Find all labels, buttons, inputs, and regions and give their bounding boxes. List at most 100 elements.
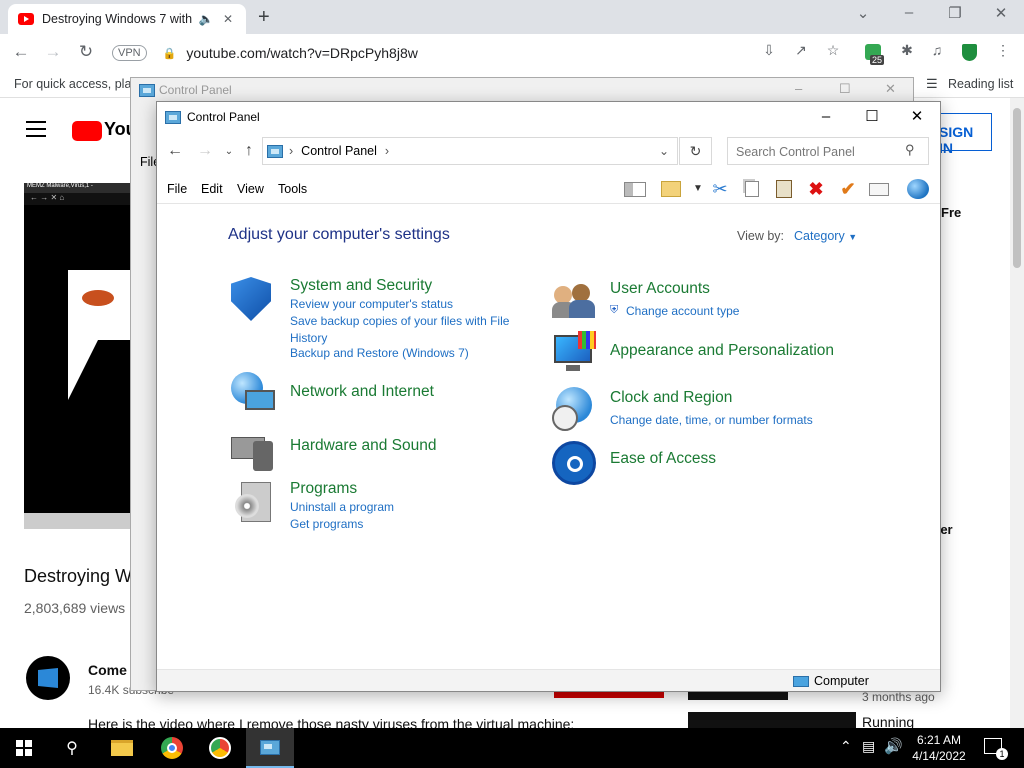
system-clock[interactable]: 6:21 AM 4/14/2022 bbox=[902, 732, 976, 764]
minimize-icon[interactable]: – bbox=[803, 102, 849, 132]
properties-icon[interactable] bbox=[869, 179, 891, 199]
menu-tools[interactable]: Tools bbox=[278, 182, 307, 196]
link-review-status[interactable]: Review your computer's status bbox=[290, 296, 453, 313]
maximize-icon[interactable]: ☐ bbox=[839, 81, 851, 97]
network-icon[interactable]: ▤ bbox=[862, 738, 875, 755]
address-bar[interactable]: › Control Panel › ⌄ bbox=[262, 137, 678, 165]
close-icon[interactable]: ✕ bbox=[885, 81, 896, 97]
link-backup-restore[interactable]: Backup and Restore (Windows 7) bbox=[290, 345, 469, 362]
close-icon[interactable]: ✕ bbox=[894, 102, 940, 132]
bookmark-star-icon[interactable]: ☆ bbox=[822, 42, 844, 59]
category-ease-of-access[interactable]: Ease of Access bbox=[610, 450, 716, 468]
maximize-icon[interactable]: ☐ bbox=[849, 102, 895, 132]
view-by-value[interactable]: Category bbox=[794, 229, 845, 243]
cut-icon[interactable]: ✂ bbox=[709, 179, 731, 199]
checkmark-icon[interactable]: ✔ bbox=[837, 179, 859, 199]
dropdown-icon[interactable]: ▼ bbox=[687, 179, 709, 199]
browser-tab[interactable]: Destroying Windows 7 with 🔈 ✕ bbox=[8, 4, 246, 34]
file-explorer-icon[interactable] bbox=[98, 728, 146, 768]
breadcrumb[interactable]: Control Panel bbox=[301, 144, 377, 158]
show-hidden-icons-icon[interactable]: ⌃ bbox=[840, 738, 852, 755]
link-get-programs[interactable]: Get programs bbox=[290, 516, 363, 533]
start-button[interactable] bbox=[0, 728, 48, 768]
menu-edit[interactable]: Edit bbox=[201, 182, 223, 196]
tab-search-icon[interactable]: ⌄ bbox=[848, 4, 878, 22]
shield-extension-icon[interactable] bbox=[962, 44, 977, 61]
new-tab-button[interactable]: + bbox=[258, 6, 270, 29]
vpn-badge[interactable]: VPN bbox=[112, 45, 147, 61]
search-icon[interactable]: ⚲ bbox=[48, 728, 96, 768]
category-network-internet[interactable]: Network and Internet bbox=[290, 383, 434, 401]
youtube-favicon-icon bbox=[18, 13, 34, 25]
computer-icon bbox=[793, 675, 809, 687]
network-globe-icon[interactable] bbox=[231, 372, 275, 416]
user-accounts-icon[interactable] bbox=[552, 280, 596, 324]
copy-icon[interactable] bbox=[741, 179, 763, 199]
up-arrow-icon[interactable]: ↑ bbox=[239, 142, 259, 160]
printer-speaker-icon[interactable] bbox=[231, 427, 275, 471]
pane-layout-icon[interactable] bbox=[624, 179, 646, 199]
paste-icon[interactable] bbox=[773, 179, 795, 199]
category-system-security[interactable]: System and Security bbox=[290, 277, 432, 295]
programs-icon[interactable] bbox=[235, 482, 279, 526]
extension-badge: 25 bbox=[870, 55, 885, 65]
category-programs[interactable]: Programs bbox=[290, 480, 357, 498]
share-icon[interactable]: ↗ bbox=[790, 42, 812, 59]
new-folder-icon[interactable] bbox=[661, 179, 683, 199]
forward-arrow-icon[interactable]: → bbox=[195, 142, 215, 160]
media-control-icon[interactable]: ♫ bbox=[926, 42, 948, 58]
view-by-dropdown[interactable]: Category ▼ bbox=[794, 229, 857, 243]
close-browser-button[interactable]: ✕ bbox=[986, 4, 1016, 22]
appearance-monitor-icon[interactable] bbox=[552, 331, 596, 375]
control-panel-window[interactable]: Control Panel – ☐ ✕ ← → ⌄ ↑ › Control Pa… bbox=[156, 101, 941, 692]
speaker-icon[interactable]: 🔈 bbox=[198, 12, 214, 26]
back-icon[interactable]: ← bbox=[10, 42, 32, 62]
category-hardware-sound[interactable]: Hardware and Sound bbox=[290, 437, 437, 455]
scrollbar-thumb[interactable] bbox=[1013, 108, 1021, 268]
chrome-icon[interactable] bbox=[148, 728, 196, 768]
volume-icon[interactable]: 🔊 bbox=[884, 737, 903, 755]
restore-browser-button[interactable]: ❐ bbox=[940, 4, 970, 22]
menu-view[interactable]: View bbox=[237, 182, 264, 196]
menu-file[interactable]: File bbox=[167, 182, 187, 196]
reading-list-icon[interactable]: ☰ bbox=[926, 76, 938, 92]
link-change-date-time[interactable]: Change date, time, or number formats bbox=[610, 412, 813, 429]
install-icon[interactable]: ⇩ bbox=[758, 42, 780, 59]
category-user-accounts[interactable]: User Accounts bbox=[610, 280, 710, 298]
delete-icon[interactable]: ✖ bbox=[805, 179, 827, 199]
search-icon[interactable]: ⚲ bbox=[905, 142, 915, 158]
refresh-button[interactable]: ↻ bbox=[679, 137, 712, 165]
minimize-browser-button[interactable]: – bbox=[894, 4, 924, 21]
dropdown-arrow-icon[interactable]: ▼ bbox=[848, 232, 857, 242]
category-appearance-personalization[interactable]: Appearance and Personalization bbox=[610, 342, 834, 360]
breadcrumb-chevron-icon[interactable]: › bbox=[385, 144, 389, 158]
minimize-icon[interactable]: – bbox=[795, 81, 802, 96]
link-uninstall-program[interactable]: Uninstall a program bbox=[290, 499, 394, 516]
back-arrow-icon[interactable]: ← bbox=[165, 142, 185, 160]
category-clock-region[interactable]: Clock and Region bbox=[610, 389, 732, 407]
youtube-logo[interactable] bbox=[72, 121, 102, 141]
url-text[interactable]: youtube.com/watch?v=DRpcPyh8j8w bbox=[186, 45, 418, 61]
clock-region-icon[interactable] bbox=[552, 387, 596, 431]
recent-locations-icon[interactable]: ⌄ bbox=[219, 146, 239, 157]
close-tab-icon[interactable]: ✕ bbox=[220, 12, 236, 26]
search-input[interactable]: Search Control Panel bbox=[727, 137, 929, 165]
breadcrumb-chevron-icon[interactable]: › bbox=[289, 144, 293, 158]
control-panel-taskbar-icon[interactable] bbox=[246, 728, 294, 768]
browser-vpn-icon[interactable] bbox=[196, 728, 244, 768]
globe-icon[interactable] bbox=[907, 179, 929, 199]
extensions-puzzle-icon[interactable]: ✱ bbox=[896, 42, 918, 59]
chrome-menu-icon[interactable]: ⋮ bbox=[992, 42, 1014, 59]
ease-of-access-icon[interactable] bbox=[552, 441, 596, 485]
address-bar[interactable]: VPN 🔒 youtube.com/watch?v=DRpcPyh8j8w bbox=[110, 40, 852, 66]
link-change-account-type[interactable]: Change account type bbox=[626, 303, 739, 320]
link-file-history[interactable]: Save backup copies of your files with Fi… bbox=[290, 313, 522, 346]
hamburger-menu-icon[interactable] bbox=[26, 121, 46, 137]
shield-icon[interactable] bbox=[231, 277, 275, 321]
reload-icon[interactable]: ↻ bbox=[75, 42, 97, 62]
channel-avatar[interactable] bbox=[26, 656, 70, 700]
lock-icon[interactable]: 🔒 bbox=[163, 47, 177, 60]
reading-list-button[interactable]: Reading list bbox=[948, 77, 1013, 91]
forward-icon[interactable]: → bbox=[42, 42, 64, 62]
address-dropdown-icon[interactable]: ⌄ bbox=[659, 144, 669, 158]
